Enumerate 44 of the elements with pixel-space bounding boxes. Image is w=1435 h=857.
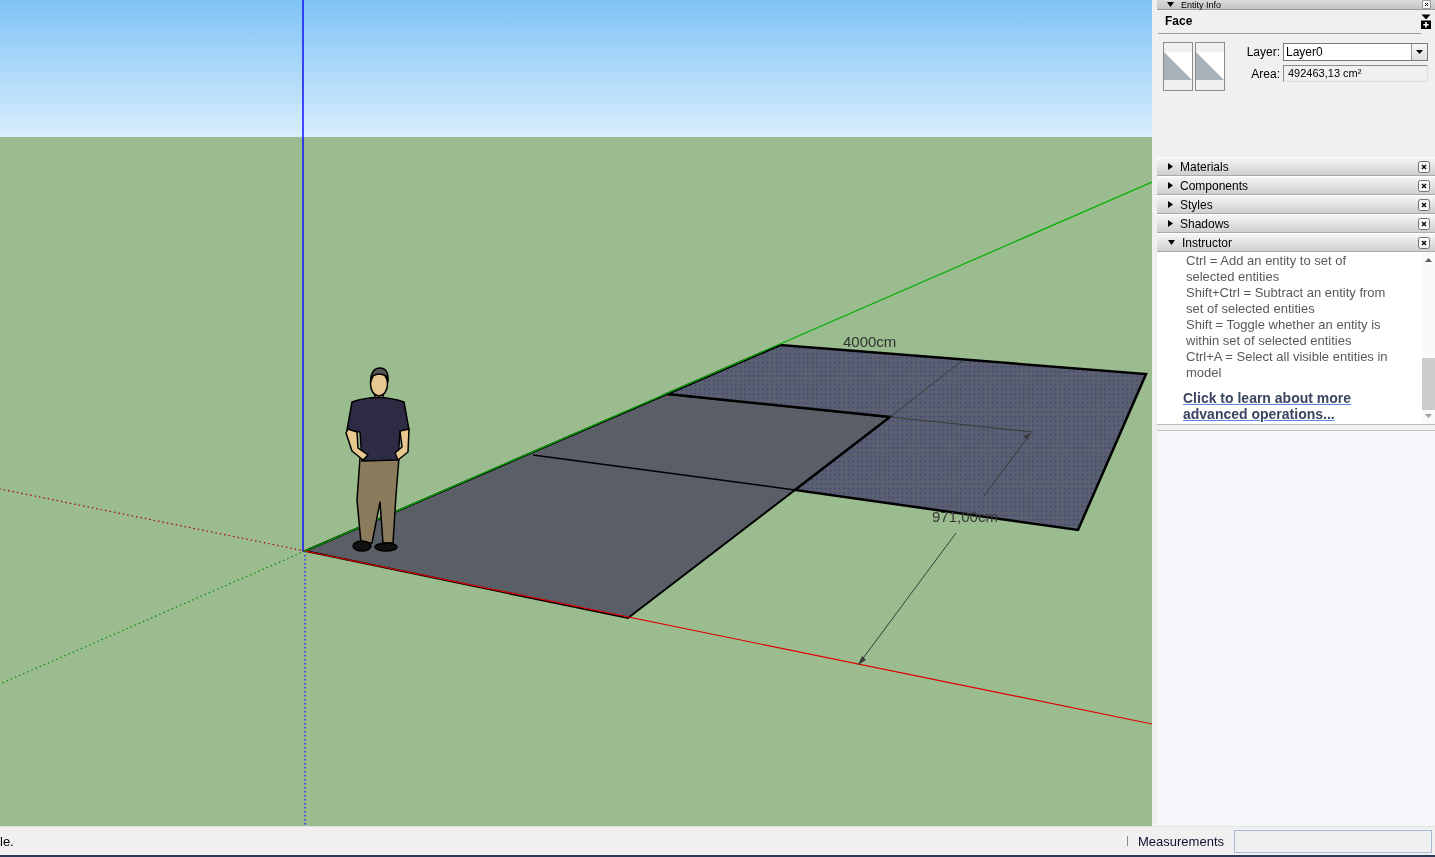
layer-label: Layer:: [1245, 45, 1280, 59]
scrollbar-thumb[interactable]: [1422, 358, 1435, 410]
dimension-label: 4000cm: [843, 333, 897, 350]
shortcut-text: Shift+Ctrl = Subtract an entity from set of selected entities: [1186, 285, 1387, 317]
scroll-up-arrow-icon[interactable]: [1425, 258, 1432, 262]
caret-right-icon[interactable]: [1168, 182, 1173, 189]
caret-right-icon[interactable]: [1168, 163, 1173, 170]
area-field: 492463,13 cm²: [1283, 65, 1428, 82]
caret-right-icon[interactable]: [1168, 201, 1173, 208]
status-hint: le.: [0, 833, 14, 849]
material-swatch-icon[interactable]: [1195, 42, 1225, 91]
caret-down-icon[interactable]: [1167, 2, 1174, 7]
close-icon[interactable]: [1418, 160, 1430, 173]
tray-title: Entity Info: [1181, 0, 1222, 10]
material-swatch-icon[interactable]: [1163, 42, 1193, 91]
tray-header[interactable]: Styles: [1157, 195, 1435, 214]
measurements-field[interactable]: [1234, 829, 1432, 853]
tray-title: Shadows: [1180, 216, 1230, 231]
close-icon[interactable]: [1418, 198, 1430, 211]
close-icon[interactable]: [1418, 236, 1430, 249]
arrow-plus-icon[interactable]: [1421, 13, 1431, 29]
tray-header[interactable]: Instructor: [1157, 233, 1435, 252]
caret-right-icon[interactable]: [1168, 220, 1173, 227]
close-icon[interactable]: [1422, 0, 1431, 9]
measurements-label: Measurements: [1138, 833, 1224, 849]
tray-title: Components: [1180, 178, 1249, 193]
tray-header[interactable]: Components: [1157, 176, 1435, 195]
learn-more-link[interactable]: Click to learn about more advanced operations...: [1183, 390, 1373, 422]
entity-type-label: Face: [1165, 14, 1193, 28]
caret-down-icon[interactable]: [1168, 240, 1175, 245]
area-label: Area:: [1250, 66, 1280, 81]
dropdown-arrow-icon[interactable]: [1416, 50, 1423, 54]
shortcut-text: Ctrl = Add an entity to set of selected entities: [1186, 253, 1348, 285]
close-icon[interactable]: [1418, 179, 1430, 192]
tray-title: Styles: [1180, 197, 1213, 212]
shortcut-text: Ctrl+A = Select all visible entities in model: [1186, 349, 1389, 381]
tray-header[interactable]: Entity Info: [1157, 0, 1435, 10]
tray-title: Instructor: [1182, 235, 1232, 250]
tray-header[interactable]: Shadows: [1157, 214, 1435, 233]
close-icon[interactable]: [1418, 217, 1430, 230]
tray-title: Materials: [1180, 159, 1229, 174]
shortcut-text: Shift = Toggle whether an entity is within set of selected entities: [1186, 317, 1382, 349]
tray-header[interactable]: Materials: [1157, 157, 1435, 176]
layer-dropdown[interactable]: Layer0: [1283, 43, 1428, 61]
